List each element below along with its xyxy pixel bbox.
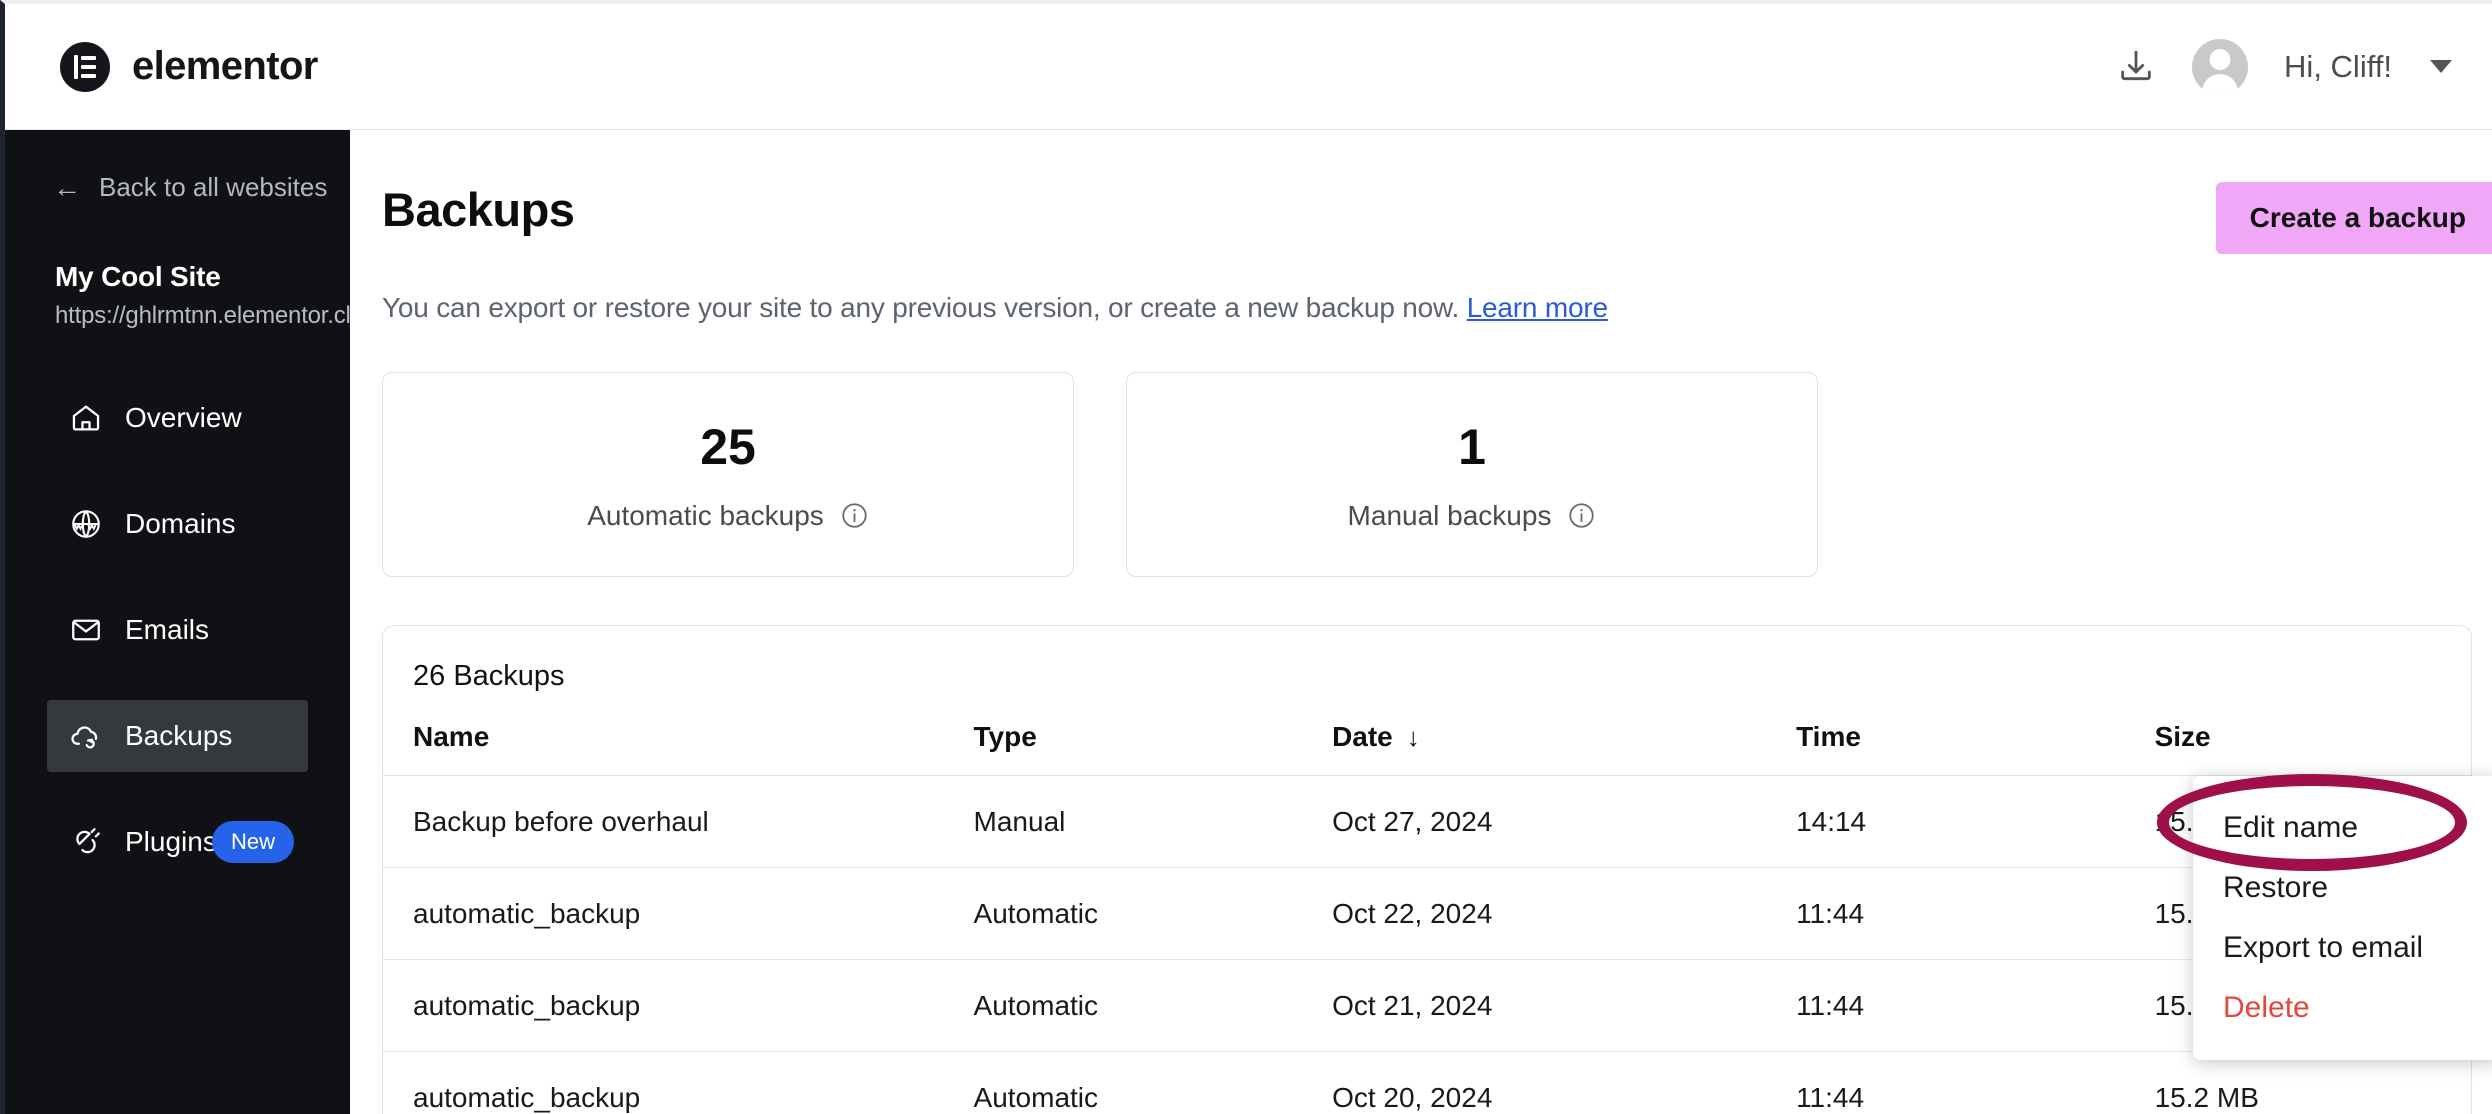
greeting-label: Hi, Cliff! bbox=[2284, 48, 2392, 84]
table-row[interactable]: automatic_backup Automatic Oct 21, 2024 … bbox=[383, 959, 2471, 1052]
sort-descending-icon: ↓ bbox=[1406, 722, 1420, 752]
cell-date: Oct 22, 2024 bbox=[1332, 867, 1797, 960]
menu-item-export-to-email[interactable]: Export to email bbox=[2193, 918, 2492, 978]
menu-item-restore[interactable]: Restore bbox=[2193, 858, 2492, 918]
sidebar-item-label: Overview bbox=[125, 402, 242, 433]
envelope-icon bbox=[69, 613, 103, 647]
cell-type: Automatic bbox=[973, 959, 1333, 1052]
info-icon[interactable] bbox=[840, 501, 869, 530]
learn-more-link[interactable]: Learn more bbox=[1467, 292, 1608, 323]
menu-item-delete[interactable]: Delete bbox=[2193, 978, 2492, 1038]
cell-date: Oct 21, 2024 bbox=[1332, 959, 1797, 1052]
table-row[interactable]: automatic_backup Automatic Oct 20, 2024 … bbox=[383, 1051, 2471, 1114]
brand-wordmark: elementor bbox=[132, 44, 318, 88]
sidebar-item-label: Domains bbox=[125, 508, 236, 539]
plug-icon bbox=[69, 825, 103, 859]
site-info: My Cool Site https://ghlrmtnn.elementor.… bbox=[5, 203, 390, 330]
cell-time: 14:14 bbox=[1796, 775, 2155, 868]
backup-row-context-menu: Edit name Restore Export to email Delete bbox=[2193, 776, 2492, 1060]
home-icon bbox=[69, 401, 103, 435]
top-bar-actions: Hi, Cliff! bbox=[2116, 38, 2452, 95]
sidebar-item-domains[interactable]: Domains bbox=[47, 488, 308, 560]
top-bar: elementor Hi, Cliff! bbox=[5, 4, 2492, 130]
stat-value: 25 bbox=[700, 418, 756, 475]
info-icon[interactable] bbox=[1567, 501, 1596, 530]
page-description: You can export or restore your site to a… bbox=[382, 292, 2492, 324]
cell-name: automatic_backup bbox=[383, 867, 974, 960]
column-header-size[interactable]: Size bbox=[2154, 715, 2471, 776]
sidebar-nav: Overview Domains Emails Backups Plugins … bbox=[5, 382, 350, 878]
cell-size: 15.2 MB bbox=[2154, 1051, 2471, 1114]
stat-card-manual-backups: 1 Manual backups bbox=[1126, 372, 1818, 577]
stat-value: 1 bbox=[1458, 418, 1486, 475]
sidebar-item-overview[interactable]: Overview bbox=[47, 382, 308, 454]
create-backup-button[interactable]: Create a backup bbox=[2215, 182, 2492, 254]
download-icon[interactable] bbox=[2116, 46, 2156, 88]
table-row[interactable]: Backup before overhaul Manual Oct 27, 20… bbox=[383, 775, 2471, 868]
sidebar: ← Back to all websites My Cool Site http… bbox=[5, 130, 390, 1114]
column-header-time[interactable]: Time bbox=[1796, 715, 2155, 776]
stat-label: Manual backups bbox=[1347, 499, 1552, 531]
column-header-date[interactable]: Date ↓ bbox=[1332, 715, 1797, 776]
back-label: Back to all websites bbox=[99, 172, 328, 202]
description-text: You can export or restore your site to a… bbox=[382, 292, 1460, 323]
table-row[interactable]: automatic_backup Automatic Oct 22, 2024 … bbox=[383, 867, 2471, 960]
cell-time: 11:44 bbox=[1796, 959, 2155, 1052]
sidebar-item-backups[interactable]: Backups bbox=[47, 700, 308, 772]
sidebar-item-label: Plugins bbox=[125, 826, 217, 857]
main-content: Backups Create a backup You can export o… bbox=[350, 130, 2492, 1114]
cell-time: 11:44 bbox=[1796, 1051, 2155, 1114]
cell-type: Automatic bbox=[973, 1051, 1333, 1114]
cell-time: 11:44 bbox=[1796, 867, 2155, 960]
stats-row: 25 Automatic backups 1 Manual backups bbox=[382, 372, 2492, 577]
globe-www-icon bbox=[69, 507, 103, 541]
backups-table: Name Type Date ↓ Time Size Backup before … bbox=[383, 715, 2471, 1114]
table-header-row: Name Type Date ↓ Time Size bbox=[383, 715, 2471, 776]
avatar[interactable] bbox=[2192, 38, 2249, 95]
plugins-new-badge: New bbox=[211, 821, 294, 863]
sidebar-item-label: Backups bbox=[125, 720, 233, 751]
site-url[interactable]: https://ghlrmtnn.elementor.cloud bbox=[55, 302, 390, 330]
stat-label: Automatic backups bbox=[587, 499, 824, 531]
column-header-name[interactable]: Name bbox=[383, 715, 974, 776]
stat-card-automatic-backups: 25 Automatic backups bbox=[382, 372, 1074, 577]
back-to-all-websites-link[interactable]: ← Back to all websites bbox=[5, 150, 350, 203]
brand-logo[interactable]: elementor bbox=[60, 41, 318, 92]
column-header-type[interactable]: Type bbox=[973, 715, 1333, 776]
backups-count-label: 26 Backups bbox=[413, 660, 565, 692]
cell-type: Automatic bbox=[973, 867, 1333, 960]
chevron-down-icon[interactable] bbox=[2430, 60, 2452, 73]
arrow-left-icon: ← bbox=[53, 171, 81, 203]
cell-type: Manual bbox=[973, 775, 1333, 868]
page-header: Backups Create a backup bbox=[382, 130, 2492, 254]
cell-name: automatic_backup bbox=[383, 959, 974, 1052]
cell-date: Oct 27, 2024 bbox=[1332, 775, 1797, 868]
sidebar-item-plugins[interactable]: Plugins New bbox=[47, 806, 308, 878]
sidebar-item-label: Emails bbox=[125, 614, 210, 645]
app-window: elementor Hi, Cliff! ← Back to all websi… bbox=[0, 0, 2492, 1114]
cloud-restore-icon bbox=[69, 719, 103, 753]
page-title: Backups bbox=[382, 183, 575, 236]
cell-name: Backup before overhaul bbox=[383, 775, 974, 868]
menu-item-edit-name[interactable]: Edit name bbox=[2193, 798, 2492, 858]
backups-panel: 26 Backups Name Type Date ↓ Time Size Ba… bbox=[382, 625, 2472, 1114]
elementor-mark-icon bbox=[60, 41, 110, 92]
sidebar-item-emails[interactable]: Emails bbox=[47, 594, 308, 666]
cell-date: Oct 20, 2024 bbox=[1332, 1051, 1797, 1114]
cell-name: automatic_backup bbox=[383, 1051, 974, 1114]
site-name: My Cool Site bbox=[55, 261, 221, 292]
